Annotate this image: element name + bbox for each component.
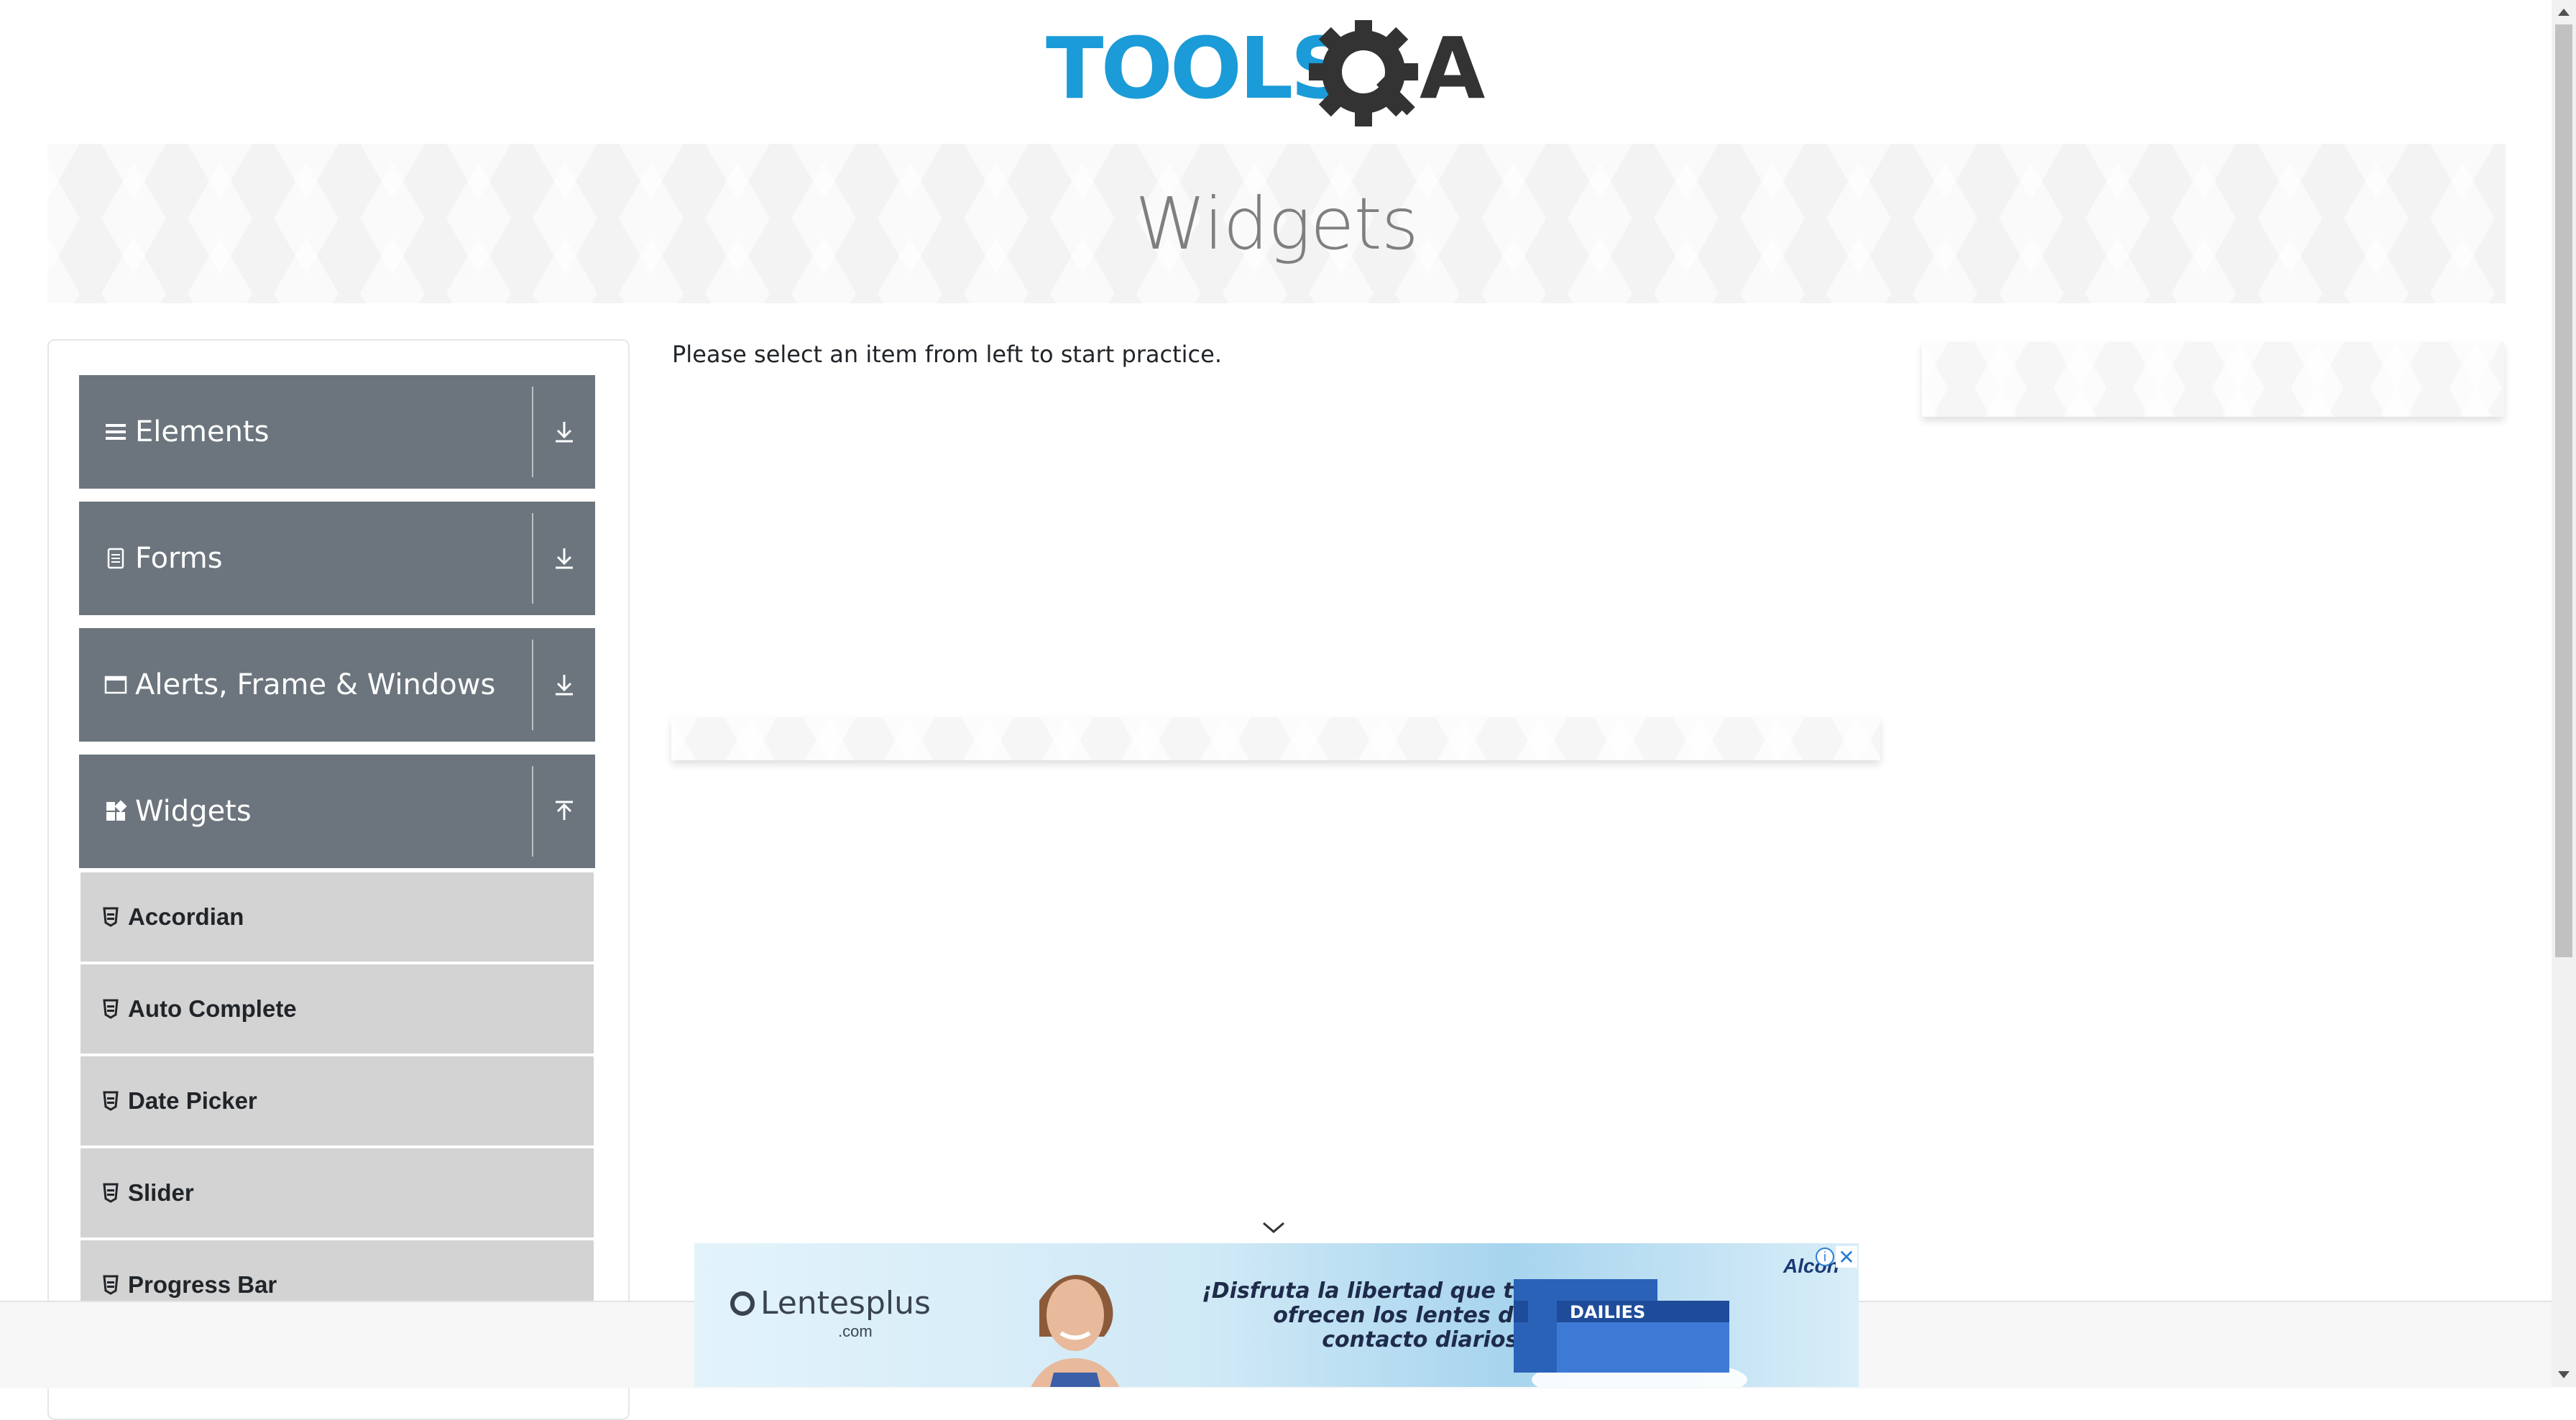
vertical-scrollbar[interactable] [2552, 0, 2576, 1387]
group-title: Widgets [135, 795, 252, 828]
ad-close-icon[interactable]: ✕ [1836, 1246, 1857, 1268]
menu-item-slider[interactable]: Slider [80, 1148, 594, 1237]
brand-ring-icon [730, 1291, 755, 1316]
expand-toggle[interactable] [533, 375, 595, 489]
intro-text: Please select an item from left to start… [672, 341, 1222, 368]
menu-item-icon [102, 1090, 119, 1112]
toolsqa-logo[interactable]: TOOLS A [1046, 17, 1513, 132]
scroll-down-arrow-icon[interactable] [2558, 1371, 2570, 1378]
scrollbar-thumb[interactable] [2555, 24, 2572, 957]
group-title: Forms [135, 542, 223, 575]
window-icon [104, 673, 128, 697]
menu-item-label: Slider [128, 1179, 194, 1206]
ad-headline-line: ¡Disfruta la libertad que te [1202, 1278, 1528, 1304]
menu-item-icon [102, 906, 119, 928]
group-title: Elements [135, 415, 270, 448]
group-header-alerts[interactable]: Alerts, Frame & Windows [79, 628, 595, 742]
ad-brand-domain: .com [838, 1322, 873, 1340]
download-arrow-icon [556, 675, 573, 696]
menu-item-auto-complete[interactable]: Auto Complete [80, 964, 594, 1054]
expand-toggle[interactable] [533, 628, 595, 742]
menu-item-label: Accordian [128, 903, 244, 930]
group-header-forms[interactable]: Forms [79, 502, 595, 615]
group-title: Alerts, Frame & Windows [135, 668, 496, 701]
ad-brand-name: Lentesplus [760, 1285, 931, 1322]
gear-icon [1309, 17, 1418, 126]
page-title: Widgets [1135, 181, 1419, 266]
ad-placeholder-center [671, 717, 1880, 760]
menu-item-label: Auto Complete [128, 995, 297, 1022]
group-header-elements[interactable]: Elements [79, 375, 595, 489]
ad-headline: ¡Disfruta la libertad que te ofrecen los… [1190, 1279, 1528, 1352]
download-arrow-icon [556, 422, 573, 443]
menu-item-label: Date Picker [128, 1087, 257, 1114]
contact-lens-box-image: DAILIES [1514, 1279, 1747, 1387]
upload-arrow-icon [556, 801, 573, 820]
ad-brand-logo: Lentesplus .com [730, 1285, 931, 1340]
ad-headline-line: contacto diarios! [1322, 1327, 1528, 1352]
page-banner: Widgets [47, 144, 2506, 303]
document-icon [104, 546, 128, 571]
menu-item-icon [102, 998, 119, 1020]
left-nav-panel: Elements Forms Alerts, Frame & Windows W… [47, 339, 630, 1420]
menu-item-date-picker[interactable]: Date Picker [80, 1056, 594, 1145]
ad-info-icon[interactable]: i [1816, 1248, 1834, 1266]
menu-item-accordian[interactable]: Accordian [80, 872, 594, 962]
menu-item-label: Progress Bar [128, 1271, 277, 1298]
logo-text-a: A [1420, 20, 1485, 118]
scroll-up-arrow-icon[interactable] [2558, 9, 2570, 16]
download-arrow-icon [556, 548, 573, 569]
ad-banner[interactable]: Lentesplus .com ¡Disfruta la libertad qu… [694, 1243, 1859, 1387]
logo-text-tools: TOOLS [1046, 20, 1348, 118]
group-header-widgets[interactable]: Widgets [79, 755, 595, 868]
page: TOOLS A Widgets Elements Forms Alerts, F… [0, 0, 2552, 1420]
ad-product-name: DAILIES [1570, 1302, 1645, 1322]
grid-icon [104, 799, 128, 824]
ad-headline-line: ofrecen los lentes de [1273, 1303, 1528, 1328]
ad-placeholder-right [1922, 342, 2504, 417]
expand-toggle[interactable] [533, 502, 595, 615]
hamburger-icon [104, 420, 128, 444]
menu-item-icon [102, 1182, 119, 1204]
smiling-woman-image [1031, 1275, 1120, 1387]
collapse-toggle[interactable] [533, 755, 595, 868]
chevron-down-icon[interactable] [1259, 1219, 1288, 1236]
menu-item-icon [102, 1274, 119, 1296]
